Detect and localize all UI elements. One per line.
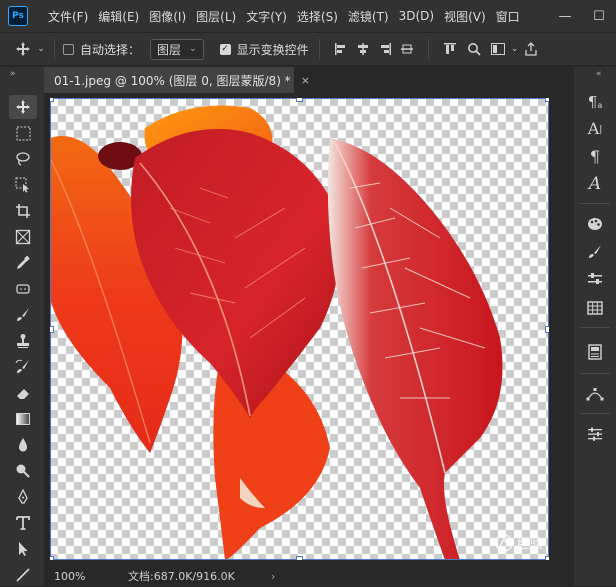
status-bar: 100% 文档:687.0K/916.0K › <box>44 566 574 586</box>
dodge-tool[interactable] <box>9 459 37 483</box>
chevron-down-icon[interactable]: ⌄ <box>509 44 521 54</box>
properties-icon[interactable] <box>580 421 610 447</box>
close-icon[interactable]: × <box>301 74 310 87</box>
menu-edit[interactable]: 编辑(E) <box>98 8 139 25</box>
dropdown-value: 图层 <box>157 42 182 57</box>
character-icon[interactable]: A | <box>580 115 610 141</box>
menu-window[interactable]: 窗口 <box>496 8 520 25</box>
align-center-icon[interactable] <box>352 42 374 56</box>
align-left-icon[interactable] <box>330 42 352 56</box>
blur-tool[interactable] <box>9 433 37 457</box>
object-select-tool[interactable] <box>9 173 37 197</box>
frame-tool[interactable] <box>9 225 37 249</box>
workspace-icon[interactable] <box>487 43 509 55</box>
zoom-level[interactable]: 100% <box>54 570 128 583</box>
divider <box>427 39 429 59</box>
brush-tool[interactable] <box>9 303 37 327</box>
menu-bar: Ps 文件(F) 编辑(E) 图像(I) 图层(L) 文字(Y) 选择(S) 滤… <box>0 0 616 32</box>
align-right-icon[interactable] <box>374 42 396 56</box>
grid-icon[interactable] <box>580 295 610 321</box>
move-tool-preset-icon[interactable] <box>12 41 34 57</box>
paths-icon[interactable] <box>580 381 610 407</box>
eyedropper-tool[interactable] <box>9 251 37 275</box>
search-icon[interactable] <box>461 42 487 56</box>
panel-dock: « ¶ a A | ¶ A <box>574 67 616 586</box>
path-selection-tool[interactable] <box>9 537 37 561</box>
align-top-icon[interactable] <box>439 42 461 56</box>
eraser-tool[interactable] <box>9 381 37 405</box>
healing-brush-tool[interactable] <box>9 277 37 301</box>
line-tool[interactable] <box>9 563 37 587</box>
chevron-down-icon[interactable]: ⌄ <box>34 44 48 54</box>
document-canvas[interactable]: 经验 <box>50 98 549 560</box>
expand-panels-icon[interactable]: « <box>596 69 602 79</box>
menu-select[interactable]: 选择(S) <box>297 8 338 25</box>
tools-panel: » <box>0 67 44 586</box>
menu-file[interactable]: 文件(F) <box>48 8 88 25</box>
watermark-logo-icon <box>495 533 513 552</box>
status-menu-arrow-icon[interactable]: › <box>271 570 275 583</box>
watermark-text: 经验 <box>516 537 543 552</box>
options-bar: ⌄ 自动选择： 图层 ⌄ ✓ 显示变换控件 ⌄ <box>0 32 616 66</box>
gradient-tool[interactable] <box>9 407 37 431</box>
menu-filter[interactable]: 滤镜(T) <box>348 8 389 25</box>
collapse-panel-icon[interactable]: » <box>10 69 16 79</box>
canvas-area: 经验 <box>44 93 574 566</box>
document-tab[interactable]: 01-1.jpeg @ 100% (图层 0, 图层蒙版/8) * × <box>44 67 310 93</box>
auto-select-label: 自动选择： <box>80 42 141 57</box>
clone-stamp-tool[interactable] <box>9 329 37 353</box>
document-info: 文档:687.0K/916.0K <box>128 570 235 583</box>
palette-icon[interactable] <box>580 211 610 237</box>
paragraph-icon[interactable]: ¶ <box>580 143 610 169</box>
layer-comps-icon[interactable] <box>580 339 610 365</box>
show-transform-label: 显示变换控件 <box>236 42 309 57</box>
adjustments-icon[interactable] <box>580 267 610 293</box>
paragraph-style-icon[interactable]: ¶ a <box>580 89 610 115</box>
crop-tool[interactable] <box>9 199 37 223</box>
menu-type[interactable]: 文字(Y) <box>246 8 287 25</box>
menu-3d[interactable]: 3D(D) <box>399 9 434 23</box>
maximize-button[interactable]: ☐ <box>582 0 616 32</box>
type-tool[interactable] <box>9 511 37 535</box>
divider <box>580 373 610 374</box>
layer-group-dropdown[interactable]: 图层 ⌄ <box>150 38 204 60</box>
align-middle-icon[interactable] <box>396 42 418 56</box>
brush-panel-icon[interactable] <box>580 239 610 265</box>
divider <box>318 39 320 59</box>
share-icon[interactable] <box>521 42 541 56</box>
lasso-tool[interactable] <box>9 147 37 171</box>
watermark: 经验 <box>495 533 543 552</box>
pen-tool[interactable] <box>9 485 37 509</box>
leaves-image <box>50 105 503 560</box>
document-tab-bar: 01-1.jpeg @ 100% (图层 0, 图层蒙版/8) * × <box>44 67 574 93</box>
photoshop-logo[interactable]: Ps <box>8 6 28 26</box>
marquee-tool[interactable] <box>9 121 37 145</box>
menu-layer[interactable]: 图层(L) <box>196 8 236 25</box>
divider <box>580 413 610 414</box>
divider <box>580 327 610 328</box>
chevron-down-icon: ⌄ <box>189 44 197 54</box>
glyph-icon[interactable]: A <box>580 171 610 197</box>
divider <box>580 203 610 204</box>
move-tool[interactable] <box>9 95 37 119</box>
auto-select-checkbox[interactable] <box>63 43 74 55</box>
menu-image[interactable]: 图像(I) <box>149 8 186 25</box>
menu-view[interactable]: 视图(V) <box>444 8 486 25</box>
document-tab-title: 01-1.jpeg @ 100% (图层 0, 图层蒙版/8) * <box>54 73 291 88</box>
minimize-button[interactable]: — <box>548 0 582 32</box>
divider <box>54 39 55 59</box>
show-transform-checkbox[interactable]: ✓ <box>219 43 231 55</box>
history-brush-tool[interactable] <box>9 355 37 379</box>
